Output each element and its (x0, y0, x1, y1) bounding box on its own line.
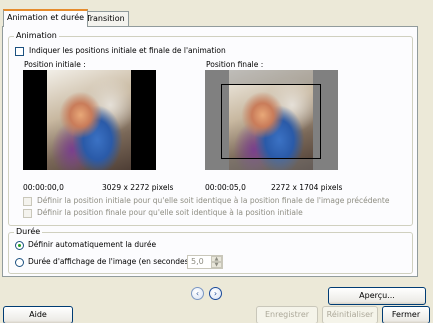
duration-group: Durée Définir automatiquement la durée D… (8, 227, 413, 274)
animation-group: Animation Indiquer les positions initial… (8, 31, 413, 226)
auto-duration-radio[interactable] (15, 241, 24, 250)
tab-animation-duration[interactable]: Animation et durée (3, 9, 89, 27)
help-button[interactable]: Aide (3, 306, 73, 323)
initial-size: 3029 x 2272 pixels (102, 183, 174, 192)
final-crop-image (229, 85, 313, 158)
initial-photo-image (47, 70, 131, 170)
match-initial-label: Définir la position initiale pour qu'ell… (37, 196, 390, 205)
previous-arrow-icon[interactable]: ‹ (191, 287, 204, 300)
auto-duration-label: Définir automatiquement la durée (28, 240, 157, 249)
close-button[interactable]: Fermer (382, 306, 430, 323)
preview-button[interactable]: Aperçu... (328, 287, 426, 305)
spin-down-icon[interactable]: ▼ (211, 262, 222, 268)
match-final-checkbox[interactable] (23, 209, 32, 218)
match-final-label: Définir la position finale pour qu'elle … (37, 208, 303, 217)
duration-legend: Durée (14, 227, 43, 237)
manual-duration-label: Durée d'affichage de l'image (en seconde… (28, 257, 192, 266)
initial-position-preview[interactable] (23, 70, 156, 170)
match-initial-checkbox[interactable] (23, 197, 32, 206)
tab-panel: Animation Indiquer les positions initial… (2, 26, 418, 277)
show-positions-checkbox[interactable] (15, 47, 24, 56)
next-arrow-icon[interactable]: › (209, 287, 222, 300)
final-position-title: Position finale : (206, 60, 264, 69)
initial-position-title: Position initiale : (24, 60, 86, 69)
initial-time: 00:00:00,0 (23, 183, 64, 192)
final-position-preview[interactable] (205, 70, 338, 170)
final-crop-rectangle[interactable] (221, 84, 321, 159)
animation-legend: Animation (14, 31, 59, 41)
tab-transition[interactable]: Transition (82, 11, 129, 27)
save-button[interactable]: Enregistrer (256, 306, 318, 323)
show-positions-label: Indiquer les positions initiale et final… (29, 46, 226, 55)
final-size: 2272 x 1704 pixels (271, 183, 343, 192)
reset-button[interactable]: Réinitialiser (322, 306, 378, 323)
final-time: 00:00:05,0 (205, 183, 246, 192)
manual-duration-radio[interactable] (15, 258, 24, 267)
